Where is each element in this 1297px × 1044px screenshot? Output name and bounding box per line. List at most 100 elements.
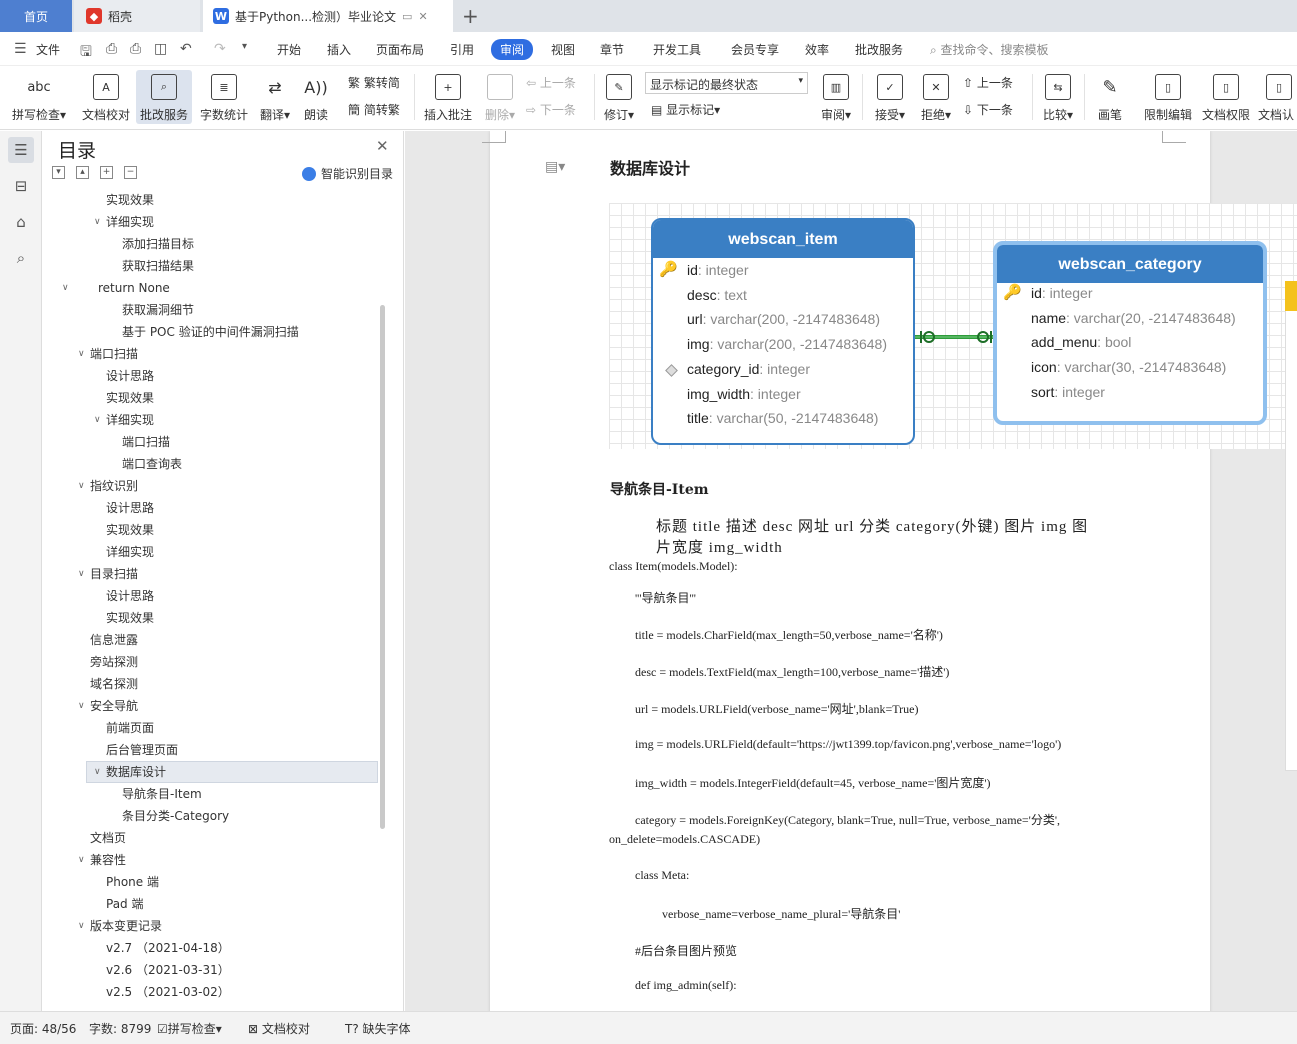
toc-icon[interactable]: ☰ <box>8 137 34 163</box>
chevron-down-icon[interactable]: ∨ <box>78 915 85 937</box>
doc-permission-button[interactable]: ▯ 文档权限 <box>1198 70 1254 124</box>
insert-comment-button[interactable]: + 插入批注 <box>420 70 476 124</box>
side-panel-tab[interactable] <box>1285 281 1297 311</box>
doc-cert-button[interactable]: ▯ 文档认 <box>1258 70 1297 124</box>
bookmark-icon[interactable]: ⌂ <box>8 209 34 235</box>
toc-item[interactable]: ∨ return None <box>42 277 378 299</box>
toc-item[interactable]: v2.7 （2021-04-18） <box>42 937 378 959</box>
hamburger-icon[interactable]: ☰ <box>14 41 27 57</box>
toc-item[interactable]: 端口查询表 <box>42 453 378 475</box>
side-panel-edge[interactable] <box>1285 281 1297 771</box>
chevron-down-icon[interactable]: ∨ <box>62 277 69 299</box>
toc-item[interactable]: ∨ 目录扫描 <box>42 563 378 585</box>
document-page[interactable]: ▤▾ 数据库设计 webscan_item 🔑 id: integer desc: … <box>482 131 1297 1011</box>
new-tab-icon[interactable]: + <box>462 4 479 28</box>
revise-button[interactable]: ✎ 修订▾ <box>600 70 638 124</box>
menu-dev-tools[interactable]: 开发工具 <box>653 41 701 58</box>
toc-item[interactable]: 实现效果 <box>42 190 378 211</box>
menu-file[interactable]: 文件 <box>36 41 60 58</box>
undo-icon[interactable]: ↶ <box>180 41 192 57</box>
add-heading-icon[interactable]: + <box>100 166 113 179</box>
collapse-all-icon[interactable]: ▴ <box>76 166 89 179</box>
menu-start[interactable]: 开始 <box>277 41 301 58</box>
toc-item[interactable]: ∨ 版本变更记录 <box>42 915 378 937</box>
entity-webscan-category[interactable]: webscan_category 🔑 id: integer name: varch… <box>993 241 1267 425</box>
toc-item[interactable]: 文档页 <box>42 827 378 849</box>
chevron-down-icon[interactable]: ∨ <box>94 761 101 783</box>
export-pdf-icon[interactable]: ⎙ <box>106 41 117 57</box>
word-count[interactable]: 字数: 8799 <box>89 1020 151 1037</box>
save-icon[interactable]: 🖫 <box>80 41 92 65</box>
menu-reference[interactable]: 引用 <box>450 41 474 58</box>
toc-item[interactable]: 域名探测 <box>42 673 378 695</box>
menu-member[interactable]: 会员专享 <box>731 41 779 58</box>
toc-item[interactable]: ∨ 数据库设计 <box>42 761 378 783</box>
toc-item[interactable]: 详细实现 <box>42 541 378 563</box>
correct-service-button[interactable]: ⌕ 批改服务 <box>136 70 192 124</box>
toc-item[interactable]: Pad 端 <box>42 893 378 915</box>
toc-item[interactable]: ∨ 详细实现 <box>42 211 378 233</box>
chevron-down-icon[interactable]: ∨ <box>78 475 85 497</box>
chevron-down-icon[interactable]: ∨ <box>94 211 101 233</box>
toc-item[interactable]: 信息泄露 <box>42 629 378 651</box>
redo-icon[interactable]: ↷ <box>214 41 226 57</box>
toc-item[interactable]: 后台管理页面 <box>42 739 378 761</box>
toc-item[interactable]: ∨ 详细实现 <box>42 409 378 431</box>
toc-item[interactable]: 实现效果 <box>42 607 378 629</box>
command-search[interactable]: ⌕ 查找命令、搜索模板 <box>930 41 1049 58</box>
chevron-down-icon[interactable]: ∨ <box>94 409 101 431</box>
toc-item[interactable]: 获取漏洞细节 <box>42 299 378 321</box>
toc-item[interactable]: 设计思路 <box>42 365 378 387</box>
chevron-down-icon[interactable]: ∨ <box>78 563 85 585</box>
chevron-down-icon[interactable]: ▾ <box>242 41 247 52</box>
menu-insert[interactable]: 插入 <box>327 41 351 58</box>
prev-comment-button[interactable]: ⇦ 上一条 <box>526 74 576 91</box>
next-comment-button[interactable]: ⇨ 下一条 <box>526 101 576 118</box>
close-tab-icon[interactable]: ✕ <box>418 10 427 23</box>
toc-item[interactable]: 获取扫描结果 <box>42 255 378 277</box>
doc-check-button[interactable]: A 文档校对 <box>78 70 134 124</box>
chevron-down-icon[interactable]: ∨ <box>78 849 85 871</box>
tab-home[interactable]: 首页 <box>0 0 72 32</box>
menu-correction[interactable]: 批改服务 <box>855 41 903 58</box>
toc-item[interactable]: 导航条目-Item <box>42 783 378 805</box>
spellcheck-button[interactable]: abc 拼写检查▾ <box>8 70 70 124</box>
paragraph-menu-icon[interactable]: ▤▾ <box>545 159 565 175</box>
tab-daoke[interactable]: ◆ 稻壳 <box>74 0 200 32</box>
word-count-button[interactable]: ≣ 字数统计 <box>196 70 252 124</box>
page-indicator[interactable]: 页面: 48/56 <box>10 1020 76 1037</box>
pen-button[interactable]: ✎ 画笔 <box>1090 70 1130 124</box>
preview-icon[interactable]: ◫ <box>154 41 167 57</box>
show-markup-button[interactable]: ▤ 显示标记▾ <box>651 101 720 118</box>
missing-font-status[interactable]: T? 缺失字体 <box>345 1020 411 1037</box>
toc-item[interactable]: 条目分类-Category <box>42 805 378 827</box>
chevron-down-icon[interactable]: ∨ <box>78 343 85 365</box>
tab-document[interactable]: W 基于Python...检测）毕业论文 ▭ ✕ <box>203 0 453 32</box>
menu-efficiency[interactable]: 效率 <box>805 41 829 58</box>
review-pane-button[interactable]: ▥ 审阅▾ <box>816 70 856 124</box>
chevron-down-icon[interactable]: ∨ <box>78 695 85 717</box>
toc-item[interactable]: 旁站探测 <box>42 651 378 673</box>
toc-item[interactable]: Phone 端 <box>42 871 378 893</box>
trad-to-simp-button[interactable]: 簡 简转繁 <box>348 101 400 118</box>
markup-display-select[interactable]: 显示标记的最终状态 ▾ <box>645 72 808 94</box>
search-icon[interactable]: ⌕ <box>8 245 34 271</box>
simp-to-trad-button[interactable]: 繁 繁转简 <box>348 74 400 91</box>
toc-item[interactable]: 实现效果 <box>42 387 378 409</box>
toc-item[interactable]: ∨ 指纹识别 <box>42 475 378 497</box>
entity-webscan-item[interactable]: webscan_item 🔑 id: integer desc: text url: … <box>651 218 915 445</box>
restrict-edit-button[interactable]: ▯ 限制编辑 <box>1140 70 1196 124</box>
read-aloud-button[interactable]: A)) 朗读 <box>298 70 334 124</box>
expand-all-icon[interactable]: ▾ <box>52 166 65 179</box>
toc-item[interactable]: 前端页面 <box>42 717 378 739</box>
close-icon[interactable]: ✕ <box>376 137 389 155</box>
menu-review[interactable]: 审阅 <box>491 39 534 60</box>
next-change-button[interactable]: ⇩ 下一条 <box>963 101 1013 118</box>
toc-item[interactable]: v2.6 （2021-03-31） <box>42 959 378 981</box>
menu-chapter[interactable]: 章节 <box>600 41 624 58</box>
remove-heading-icon[interactable]: − <box>124 166 137 179</box>
toc-item[interactable]: 添加扫描目标 <box>42 233 378 255</box>
smart-toc-button[interactable]: 智能识别目录 <box>302 165 393 182</box>
spellcheck-status[interactable]: ☑拼写检查▾ <box>157 1020 222 1037</box>
toc-item[interactable]: 设计思路 <box>42 585 378 607</box>
